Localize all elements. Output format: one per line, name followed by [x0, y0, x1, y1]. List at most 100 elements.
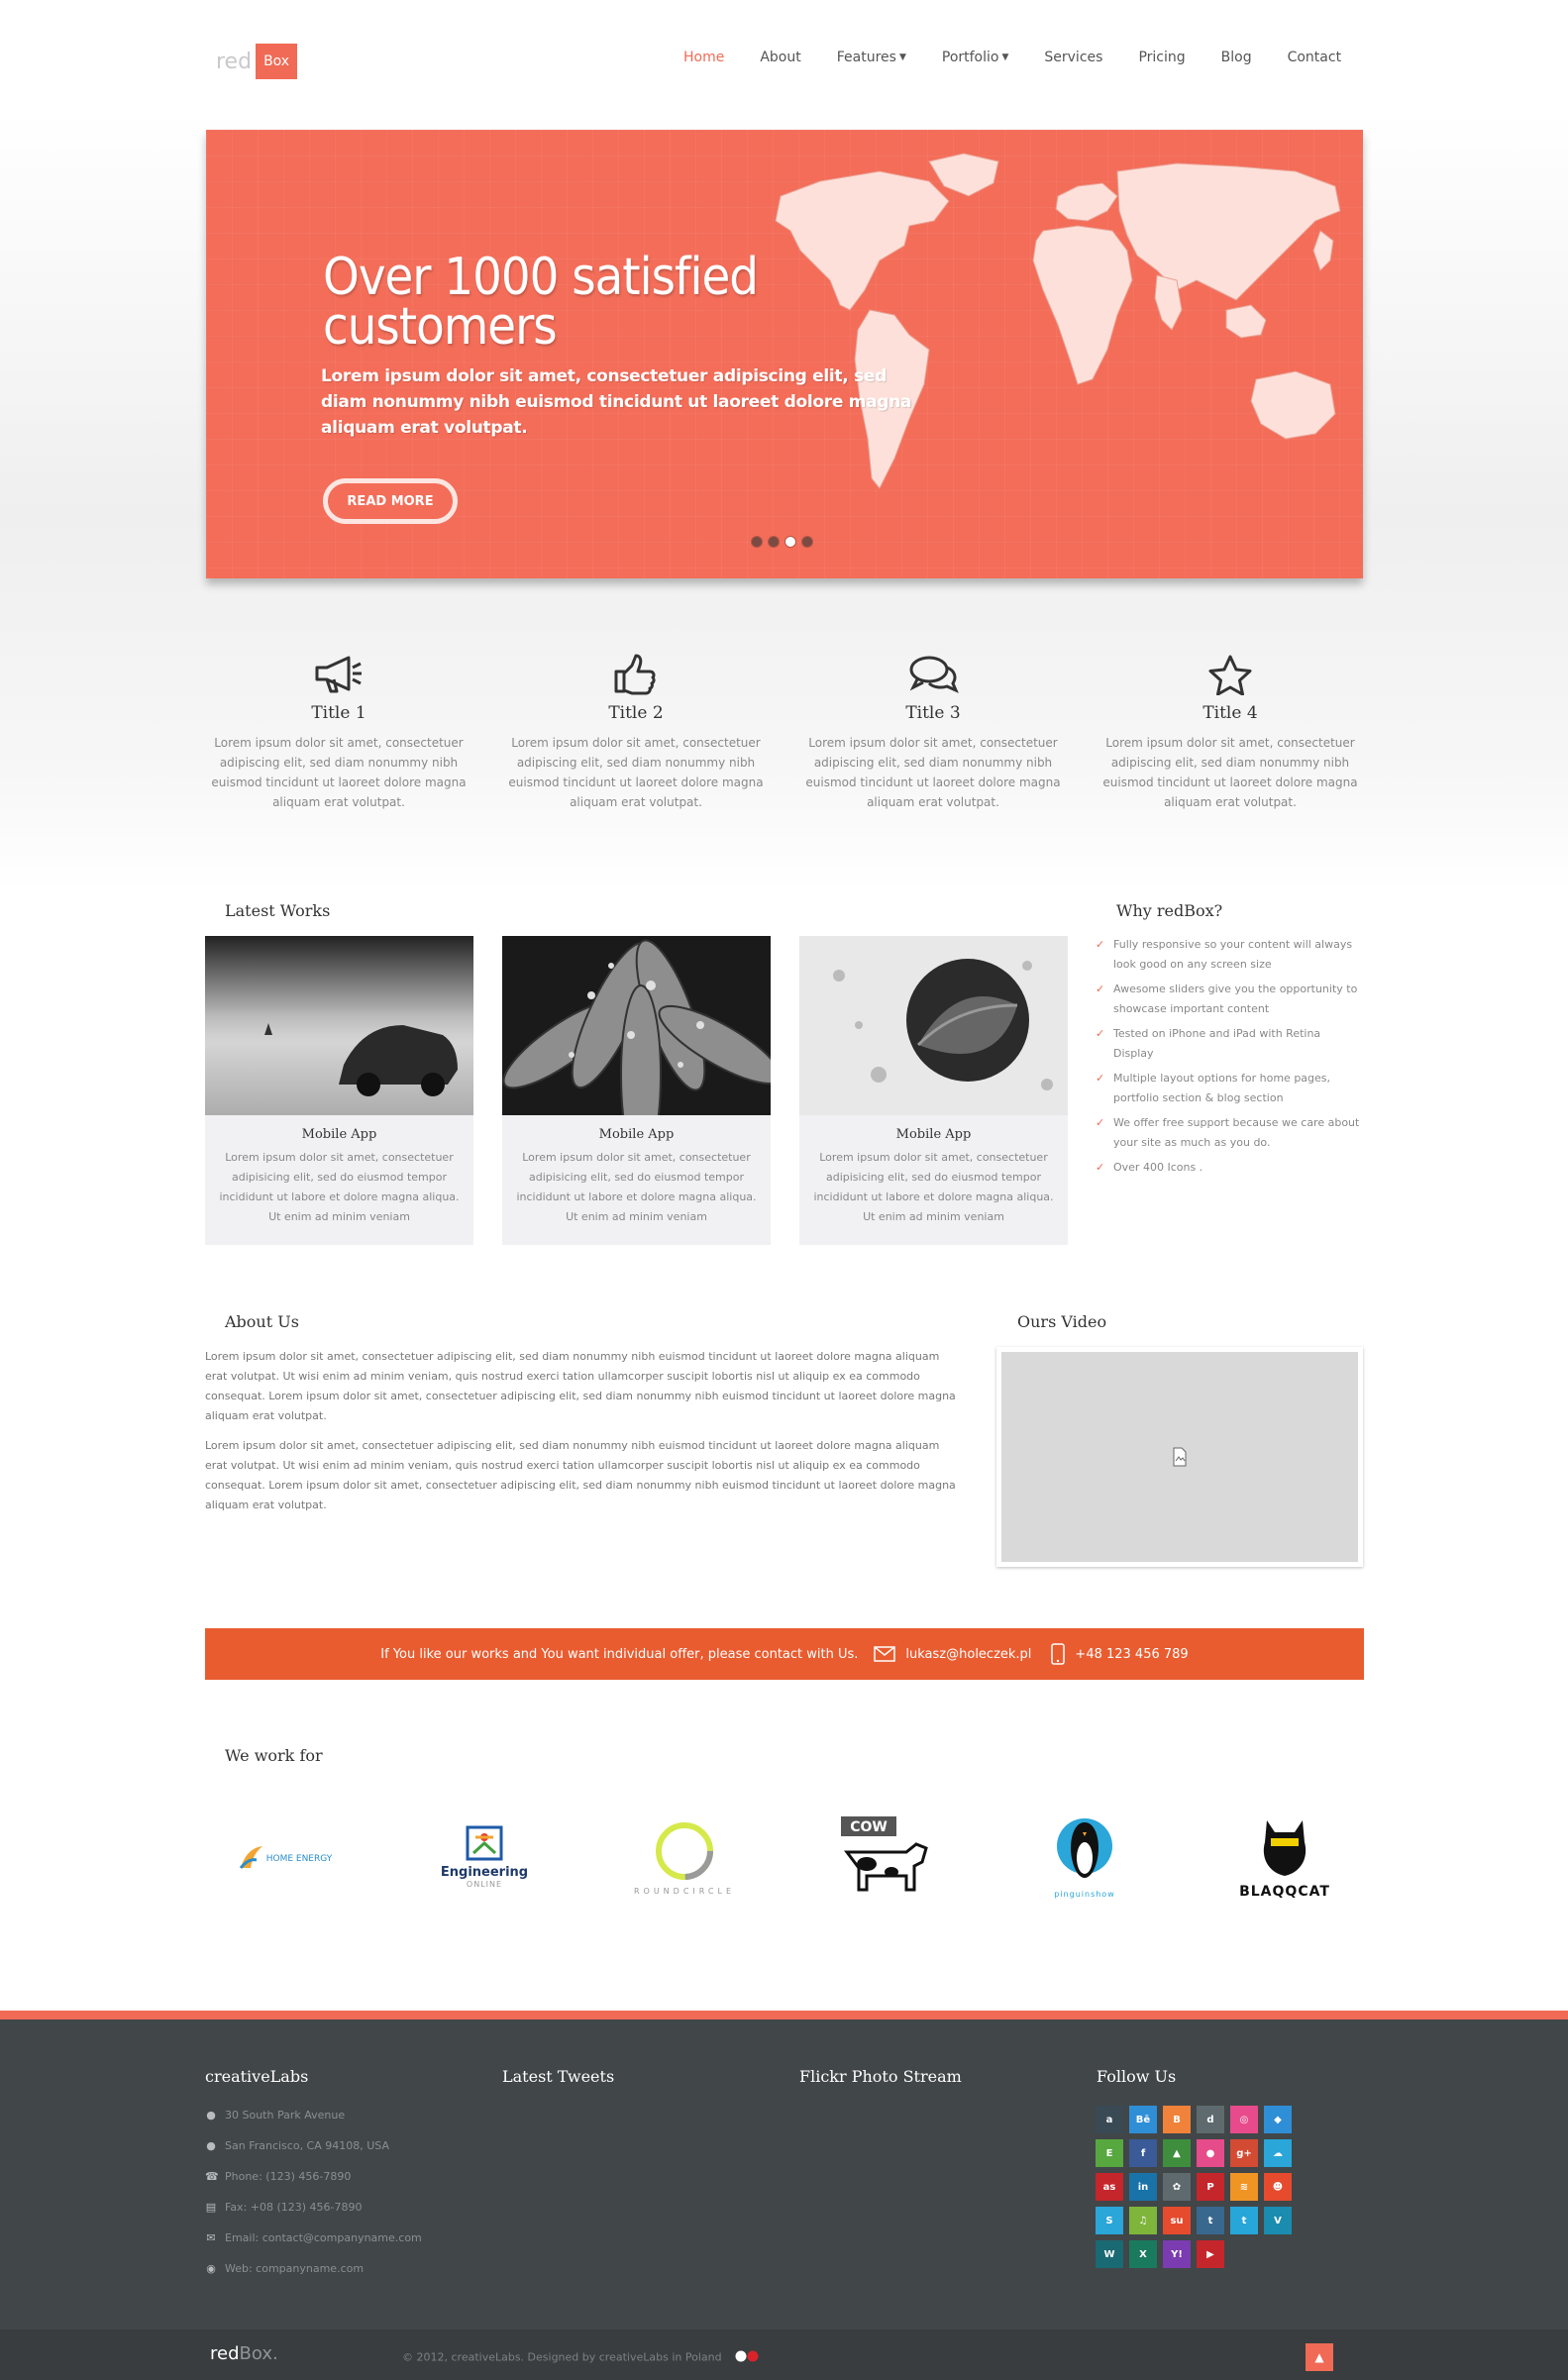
icloud-icon[interactable]: ☁ [1264, 2139, 1292, 2167]
google-plus-icon[interactable]: g+ [1230, 2139, 1258, 2167]
client-logo-pinguinshow[interactable]: pinguinshow [1005, 1803, 1164, 1912]
wordpress-icon[interactable]: W [1096, 2240, 1123, 2268]
client-sub: ONLINE [466, 1880, 503, 1889]
myspace-icon[interactable]: ✿ [1163, 2173, 1191, 2201]
logo[interactable]: red Box [216, 42, 298, 81]
slider-dot[interactable] [751, 536, 763, 548]
bottom-logo[interactable]: redBox. [210, 2343, 278, 2364]
clients-row: HOME ENERGY Engineering ONLINE ROUNDCIRC… [205, 1803, 1364, 1912]
latest-works-title: Latest Works [225, 901, 331, 920]
why-item: Awesome sliders give you the opportunity… [1096, 980, 1363, 1019]
client-name: Engineering [440, 1865, 529, 1880]
work-image-lemon [799, 936, 1068, 1115]
feature-1: Title 1 Lorem ipsum dolor sit amet, cons… [210, 654, 468, 812]
delicious-icon[interactable]: d [1197, 2106, 1224, 2133]
pinguin-logo-icon [1057, 1817, 1112, 1878]
nav-features[interactable]: Features ▼ [819, 50, 924, 65]
vimeo-icon[interactable]: V [1264, 2207, 1292, 2234]
client-name: HOME ENERGY [265, 1854, 333, 1864]
xing-icon[interactable]: X [1129, 2240, 1157, 2268]
lastfm-icon[interactable]: as [1096, 2173, 1123, 2201]
client-name: pinguinshow [1054, 1889, 1115, 1899]
behance-icon[interactable]: Bē [1129, 2106, 1157, 2133]
back-to-top-button[interactable]: ▲ [1306, 2343, 1333, 2371]
client-logo-engineering-online[interactable]: Engineering ONLINE [405, 1803, 564, 1912]
facebook-icon[interactable]: f [1129, 2139, 1157, 2167]
work-image-car [205, 936, 473, 1115]
footer-contact-info: ● 30 South Park Avenue ● San Francisco, CA… [205, 2100, 422, 2284]
footer-email[interactable]: ✉ Email: contact@companyname.com [205, 2223, 422, 2253]
about-paragraph: Lorem ipsum dolor sit amet, consectetuer… [205, 1350, 956, 1422]
work-item[interactable]: Mobile App Lorem ipsum dolor sit amet, c… [205, 936, 473, 1245]
forrst-icon[interactable]: ▲ [1163, 2139, 1191, 2167]
map-pin-icon: ● [206, 2109, 216, 2121]
work-text: Lorem ipsum dolor sit amet, consectetuer… [813, 1151, 1054, 1223]
blogger-icon[interactable]: B [1163, 2106, 1191, 2133]
slider-dot-active[interactable] [784, 536, 796, 548]
twitter-icon[interactable]: t [1230, 2207, 1258, 2234]
about-paragraph: Lorem ipsum dolor sit amet, consectetuer… [205, 1439, 956, 1511]
why-item: Tested on iPhone and iPad with Retina Di… [1096, 1024, 1363, 1064]
reddit-icon[interactable]: ☻ [1264, 2173, 1292, 2201]
feature-text: Lorem ipsum dolor sit amet, consectetuer… [1102, 736, 1358, 809]
client-logo-cow[interactable]: COW [805, 1803, 964, 1912]
chevron-up-icon: ▲ [1314, 2350, 1324, 2364]
work-item[interactable]: Mobile App Lorem ipsum dolor sit amet, c… [799, 936, 1068, 1245]
slider-title: Over 1000 satisfied customers [323, 248, 759, 357]
why-item: Fully responsive so your content will al… [1096, 935, 1363, 975]
read-more-button[interactable]: READ MORE [323, 478, 458, 524]
client-logo-roundcircle[interactable]: ROUNDCIRCLE [605, 1803, 764, 1912]
engineering-logo-icon [466, 1825, 503, 1861]
nav-portfolio[interactable]: Portfolio ▼ [924, 50, 1027, 65]
megaphone-icon [315, 656, 362, 693]
slider-text: Lorem ipsum dolor sit amet, consectetuer… [321, 366, 912, 438]
footer-info-text: 30 South Park Avenue [225, 2109, 346, 2121]
contact-email[interactable]: lukasz@holeczek.pl [905, 1647, 1031, 1662]
flickr-icon[interactable]: ● [1197, 2139, 1224, 2167]
nav-blog[interactable]: Blog [1203, 50, 1270, 65]
video-player[interactable] [996, 1347, 1363, 1567]
rss-icon[interactable]: ≋ [1230, 2173, 1258, 2201]
globe-icon: ◉ [206, 2262, 216, 2275]
nav-pricing[interactable]: Pricing [1120, 50, 1202, 65]
linkedin-icon[interactable]: in [1129, 2173, 1157, 2201]
caret-down-icon: ▼ [898, 52, 906, 62]
nav-about[interactable]: About [742, 50, 818, 65]
skype-icon[interactable]: S [1096, 2207, 1123, 2234]
footer-col4-title: Follow Us [1097, 2067, 1177, 2086]
feature-title: Title 4 [1202, 703, 1258, 723]
dropbox-icon[interactable]: ◆ [1264, 2106, 1292, 2133]
client-logo-home-energy[interactable]: HOME ENERGY [205, 1803, 364, 1912]
phone-icon: ☎ [205, 2170, 219, 2183]
world-map-image [775, 153, 1341, 489]
broken-image-icon [1173, 1447, 1187, 1467]
tumblr-icon[interactable]: t [1197, 2207, 1224, 2234]
yahoo-icon[interactable]: Y! [1163, 2240, 1191, 2268]
contact-bar: If You like our works and You want indiv… [205, 1628, 1364, 1680]
footer-web[interactable]: ◉ Web: companyname.com [205, 2253, 422, 2284]
nav-services[interactable]: Services [1026, 50, 1120, 65]
evernote-icon[interactable]: E [1096, 2139, 1123, 2167]
slider-pagination [751, 536, 813, 548]
youtube-icon[interactable]: ▶ [1197, 2240, 1224, 2268]
footer-info-text: Email: contact@companyname.com [225, 2231, 422, 2244]
why-title: Why redBox? [1116, 901, 1223, 920]
feature-title: Title 3 [905, 703, 961, 723]
bottom-logo-main: red [210, 2343, 240, 2364]
spotify-icon[interactable]: ♫ [1129, 2207, 1157, 2234]
nav-contact[interactable]: Contact [1270, 50, 1359, 65]
slider-dot[interactable] [801, 536, 813, 548]
stumbleupon-icon[interactable]: su [1163, 2207, 1191, 2234]
footer-col2-title: Latest Tweets [502, 2067, 615, 2086]
work-item[interactable]: Mobile App Lorem ipsum dolor sit amet, c… [502, 936, 771, 1245]
copyright: © 2012, creativeLabs. Designed by creati… [402, 2350, 763, 2365]
dribbble-icon[interactable]: ◎ [1230, 2106, 1258, 2133]
nav-home[interactable]: Home [666, 50, 742, 65]
slider-dot[interactable] [768, 536, 780, 548]
client-logo-blaqqcat[interactable]: BLAQQCAT [1205, 1803, 1364, 1912]
video-placeholder [1001, 1352, 1358, 1562]
work-text: Lorem ipsum dolor sit amet, consectetuer… [516, 1151, 757, 1223]
amazon-icon[interactable]: a [1096, 2106, 1123, 2133]
pinterest-icon[interactable]: P [1197, 2173, 1224, 2201]
nav-portfolio-label: Portfolio [941, 50, 999, 65]
